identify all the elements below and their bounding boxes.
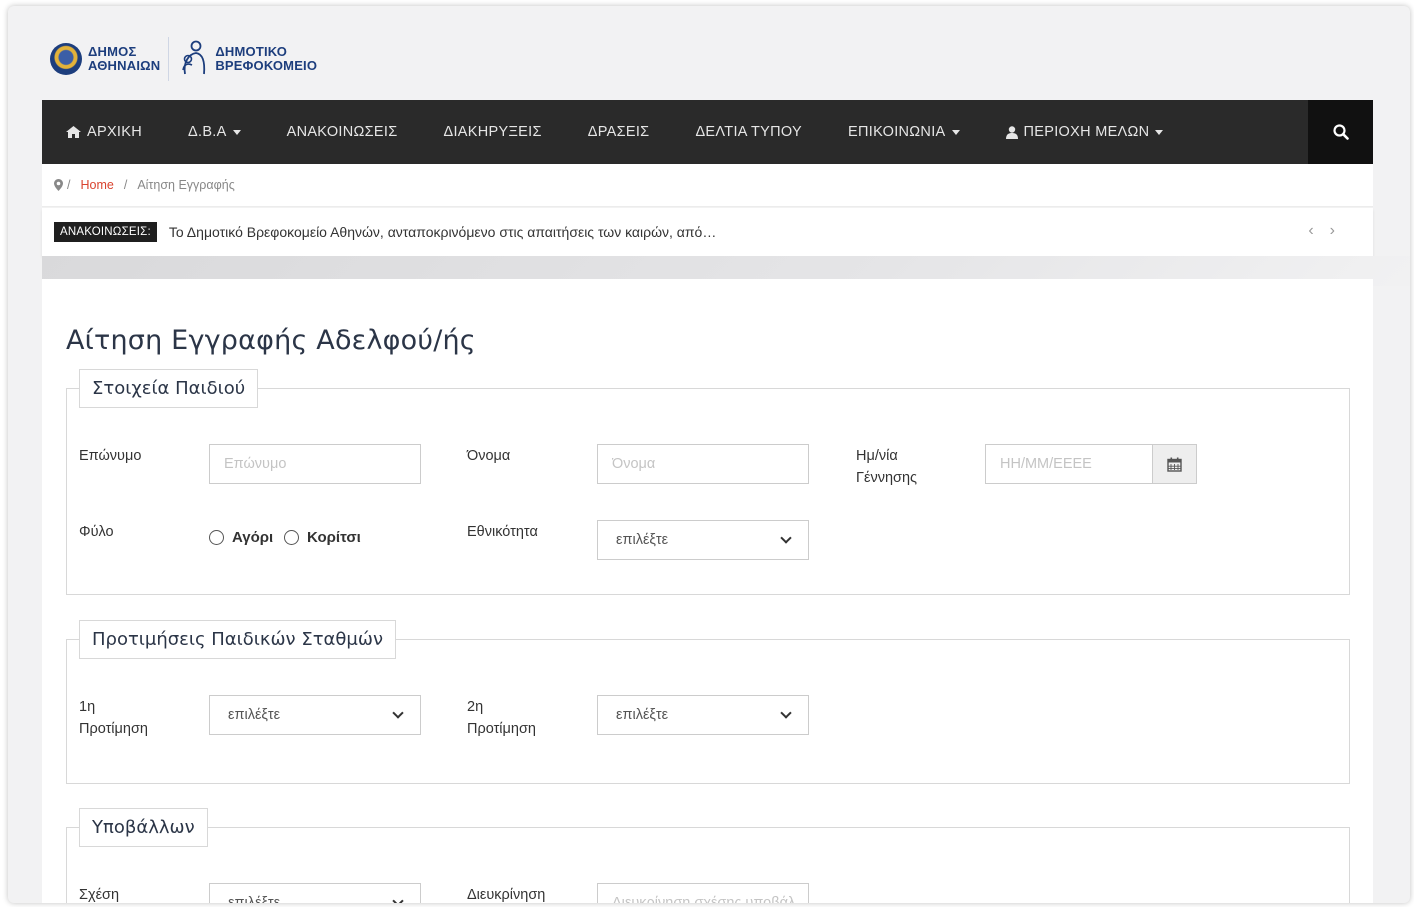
- preferences-legend: Προτιμήσεις Παιδικών Σταθμών: [79, 620, 396, 659]
- ticker-label: ΑΝΑΚΟΙΝΩΣΕΙΣ:: [54, 222, 157, 242]
- site-logo[interactable]: ΔΗΜΟΣ ΑΘΗΝΑΙΩΝ ΔΗΜΟΤΙΚΟ ΒΡΕΦΟΚΟΜΕΙΟ: [50, 34, 317, 84]
- name-input[interactable]: [612, 456, 794, 472]
- nav-home[interactable]: ΑΡΧΙΚΗ: [42, 100, 165, 164]
- second-preference-select[interactable]: επιλέξτε: [597, 695, 809, 735]
- chevron-down-icon: [392, 707, 404, 719]
- nav-members-area[interactable]: ΠΕΡΙΟΧΗ ΜΕΛΩΝ: [983, 100, 1187, 164]
- caret-down-icon: [951, 129, 960, 135]
- ticker-text[interactable]: Το Δημοτικό Βρεφοκομείο Αθηνών, ανταποκρ…: [169, 224, 716, 240]
- surname-input[interactable]: [224, 456, 406, 472]
- registration-form-card: Αίτηση Εγγραφής Αδελφού/ής Στοιχεία Παιδ…: [42, 279, 1373, 903]
- browser-window: ΔΗΜΟΣ ΑΘΗΝΑΙΩΝ ΔΗΜΟΤΙΚΟ ΒΡΕΦΟΚΟΜΕΙΟ ΑΡΧΙ…: [8, 6, 1410, 903]
- org-name: ΔΗΜΟΤΙΚΟ ΒΡΕΦΟΚΟΜΕΙΟ: [215, 44, 318, 73]
- clarification-field[interactable]: [597, 883, 809, 903]
- breadcrumb-home-link[interactable]: Home: [80, 178, 113, 192]
- mother-child-icon: [177, 40, 209, 78]
- page-title: Αίτηση Εγγραφής Αδελφού/ής: [66, 325, 476, 356]
- main-navbar: ΑΡΧΙΚΗ Δ.Β.Α ΑΝΑΚΟΙΝΩΣΕΙΣ ΔΙΑΚΗΡΥΞΕΙΣ ΔΡ…: [42, 100, 1373, 164]
- caret-down-icon: [1155, 129, 1164, 135]
- nationality-select[interactable]: επιλέξτε: [597, 520, 809, 560]
- announcements-ticker: ΑΝΑΚΟΙΝΩΣΕΙΣ: Το Δημοτικό Βρεφοκομείο Αθ…: [42, 208, 1373, 256]
- nav-tenders[interactable]: ΔΙΑΚΗΡΥΞΕΙΣ: [420, 100, 564, 164]
- relation-select[interactable]: επιλέξτε: [209, 883, 421, 903]
- submitter-fieldset: Υποβάλλων Σχέση επιλέξτε Διευκρίνηση: [66, 808, 1350, 903]
- nav-actions[interactable]: ΔΡΑΣΕΙΣ: [565, 100, 673, 164]
- radio-circle-icon: [209, 530, 224, 545]
- child-legend: Στοιχεία Παιδιού: [79, 369, 259, 408]
- surname-field[interactable]: [209, 444, 421, 484]
- nav-announcements[interactable]: ΑΝΑΚΟΙΝΩΣΕΙΣ: [264, 100, 421, 164]
- search-icon: [1332, 124, 1349, 140]
- nationality-label: Εθνικότητα: [467, 524, 538, 540]
- ticker-arrows: ‹›: [1308, 222, 1351, 240]
- gender-girl-radio[interactable]: Κορίτσι: [284, 529, 361, 546]
- name-label: Όνομα: [467, 448, 511, 464]
- child-fieldset: Στοιχεία Παιδιού Επώνυμο Όνομα Ημ/νία Γέ…: [66, 369, 1350, 595]
- gender-boy-radio[interactable]: Αγόρι: [209, 529, 273, 546]
- clarification-input[interactable]: [612, 895, 794, 903]
- user-icon: [1005, 125, 1018, 139]
- breadcrumb: / Home / Αίτηση Εγγραφής: [42, 164, 1373, 207]
- chevron-left-icon[interactable]: ‹: [1308, 222, 1329, 239]
- gender-label: Φύλο: [79, 524, 114, 540]
- chevron-down-icon: [780, 707, 792, 719]
- chevron-right-icon[interactable]: ›: [1330, 222, 1351, 239]
- radio-circle-icon: [284, 530, 299, 545]
- map-marker-icon: [54, 179, 63, 191]
- surname-label: Επώνυμο: [79, 448, 142, 464]
- municipality-name: ΔΗΜΟΣ ΑΘΗΝΑΙΩΝ: [88, 44, 161, 73]
- relation-label: Σχέση: [79, 887, 120, 903]
- logo-divider: [168, 37, 170, 81]
- nav-dba[interactable]: Δ.Β.Α: [165, 100, 264, 164]
- dob-field[interactable]: ΗΗ/ΜΜ/ΕΕΕΕ: [985, 444, 1197, 484]
- first-preference-select[interactable]: επιλέξτε: [209, 695, 421, 735]
- nav-contact[interactable]: ΕΠΙΚΟΙΝΩΝΙΑ: [825, 100, 983, 164]
- breadcrumb-current: Αίτηση Εγγραφής: [137, 178, 235, 192]
- search-button[interactable]: [1308, 100, 1373, 164]
- clarification-label: Διευκρίνηση: [467, 887, 546, 903]
- calendar-button[interactable]: [1152, 445, 1196, 483]
- caret-down-icon: [232, 129, 241, 135]
- submitter-legend: Υποβάλλων: [79, 808, 208, 847]
- first-preference-label: 1η Προτίμηση: [79, 699, 148, 737]
- municipality-seal-icon: [50, 43, 82, 75]
- nav-press-releases[interactable]: ΔΕΛΤΙΑ ΤΥΠΟΥ: [672, 100, 825, 164]
- home-icon: [66, 126, 81, 138]
- second-preference-label: 2η Προτίμηση: [467, 699, 536, 737]
- name-field[interactable]: [597, 444, 809, 484]
- chevron-down-icon: [780, 532, 792, 544]
- dob-label: Ημ/νία Γέννησης: [856, 448, 918, 486]
- calendar-icon: [1167, 457, 1182, 472]
- preferences-fieldset: Προτιμήσεις Παιδικών Σταθμών 1η Προτίμησ…: [66, 620, 1350, 784]
- chevron-down-icon: [392, 895, 404, 903]
- dob-input[interactable]: ΗΗ/ΜΜ/ΕΕΕΕ: [986, 445, 1152, 483]
